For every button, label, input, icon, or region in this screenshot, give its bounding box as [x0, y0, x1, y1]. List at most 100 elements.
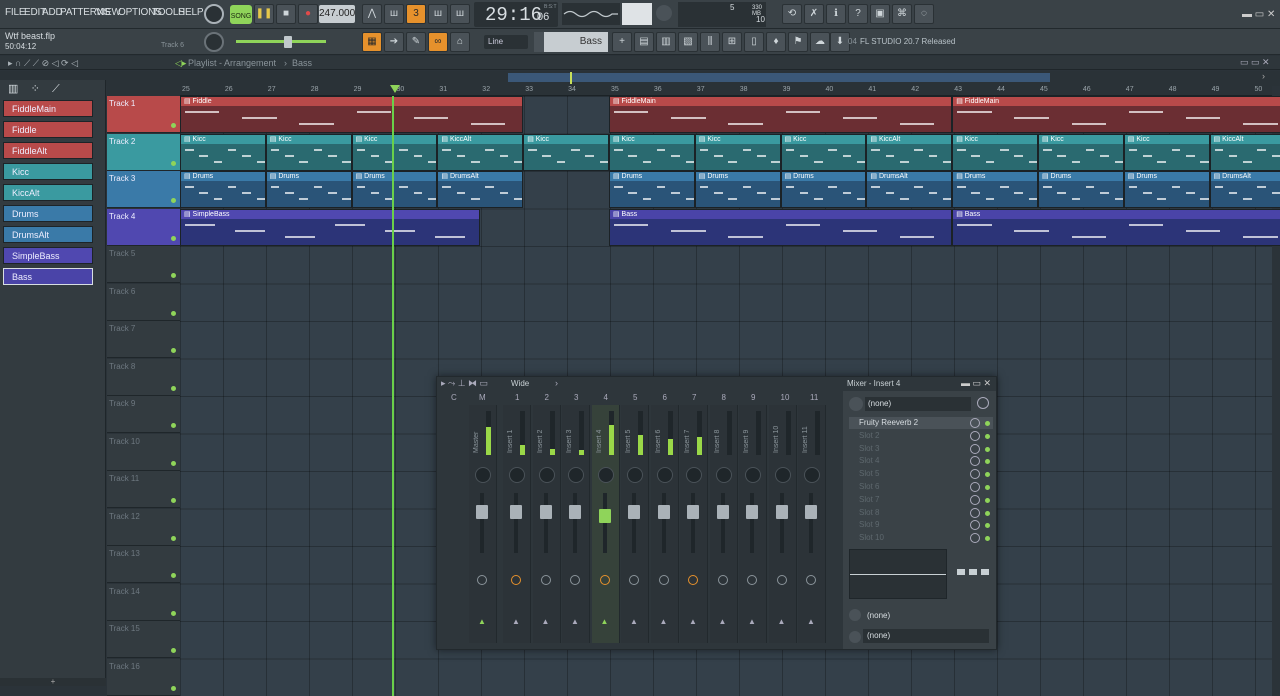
slot-enable-led[interactable] — [985, 485, 990, 490]
pan-knob[interactable] — [715, 467, 732, 483]
slot-mix-knob[interactable] — [970, 443, 980, 454]
timeline-ruler[interactable]: 25 26 27 28 29 30 31 32 33 34 35 36 37 38 39 40 41 42 43 44… — [180, 85, 1272, 96]
slot-enable-led[interactable] — [985, 433, 990, 439]
menu-help[interactable]: HELP — [178, 7, 204, 18]
pattern-select[interactable]: Bass — [544, 32, 608, 52]
eq-graph[interactable] — [849, 549, 947, 599]
route-arrow-icon[interactable]: ▲ — [601, 617, 609, 626]
preset-next-icon[interactable]: › — [555, 378, 558, 388]
pattern-prev[interactable] — [534, 32, 544, 52]
clip[interactable]: ▤ DrumsAlt — [1209, 171, 1280, 208]
clip[interactable]: ▤ SimpleBass — [180, 208, 481, 246]
track-mute-led[interactable] — [171, 685, 176, 691]
route-arrow-icon[interactable]: ▲ — [542, 617, 550, 626]
mixer-strip[interactable]: Insert 7 ▲ — [680, 405, 708, 643]
volume-fader[interactable] — [716, 505, 729, 519]
eq-sliders[interactable] — [953, 549, 989, 599]
mixer-tools[interactable]: ▸ ⤳ ⊥ ⧓ ▭ — [441, 378, 488, 389]
overview-scroll[interactable] — [508, 73, 1050, 82]
pattern-item-fiddle[interactable]: Fiddle — [3, 121, 93, 138]
track-mute-led[interactable] — [171, 348, 176, 353]
loop-record-button[interactable]: ш — [450, 4, 470, 24]
browser-icon[interactable]: ▯ — [744, 32, 764, 52]
record-arm-icon[interactable] — [776, 575, 787, 585]
track-header[interactable]: Track 12 — [107, 508, 180, 546]
record-arm-icon[interactable] — [806, 575, 816, 585]
track-header[interactable]: Track 2 — [107, 133, 180, 171]
mixer-strip[interactable]: Insert 1 ▲ — [503, 405, 531, 643]
track-header[interactable]: Track 9 — [107, 396, 180, 433]
volume-fader[interactable] — [657, 505, 670, 519]
volume-fader[interactable] — [805, 505, 817, 519]
record-arm-icon[interactable] — [717, 575, 728, 585]
plug-icon[interactable]: ♦ — [766, 32, 786, 52]
track-header[interactable]: Track 16 — [107, 658, 180, 696]
snap-select[interactable]: Line — [484, 35, 528, 49]
eq-high-slider[interactable] — [981, 569, 989, 575]
slot-mix-knob[interactable] — [970, 469, 980, 480]
blend-notes-button[interactable]: ш — [428, 4, 448, 24]
record-arm-icon[interactable] — [688, 575, 698, 585]
pan-knob[interactable] — [475, 467, 491, 483]
pattern-item-kicc[interactable]: Kicc — [3, 163, 93, 180]
track-mute-led[interactable] — [171, 198, 176, 203]
record-arm-icon[interactable] — [599, 575, 610, 585]
pan-knob[interactable] — [745, 467, 761, 483]
input-select[interactable]: (none) — [865, 397, 971, 411]
clip[interactable]: ▤ Kicc — [1123, 133, 1210, 171]
volume-fader[interactable] — [569, 505, 581, 519]
track-mute-led[interactable] — [171, 573, 176, 578]
pattern-item-drums[interactable]: Drums — [3, 205, 93, 222]
route-arrow-icon[interactable]: ▲ — [807, 617, 815, 626]
effect-slot[interactable]: Slot 3 — [849, 443, 993, 455]
slot-mix-knob[interactable] — [970, 507, 980, 518]
effect-slot[interactable]: Slot 6 — [849, 481, 993, 493]
song-mode-toggle[interactable]: SONG — [230, 5, 252, 24]
pan-knob[interactable] — [568, 467, 584, 483]
mixer-strip[interactable]: Insert 3 ▲ — [562, 405, 590, 643]
clip[interactable]: ▤ Bass — [952, 208, 1280, 246]
record-button[interactable]: ● — [298, 4, 318, 24]
pan-knob[interactable] — [597, 467, 614, 483]
effect-slot[interactable]: Slot 4 — [849, 455, 993, 467]
effect-slot[interactable]: Slot 7 — [849, 494, 993, 506]
download-icon[interactable]: ⬇ — [830, 32, 850, 52]
volume-fader[interactable] — [628, 505, 640, 519]
record-arm-icon[interactable] — [747, 575, 757, 585]
route-arrow-icon[interactable]: ▲ — [512, 617, 520, 626]
clip[interactable]: ▤ Kicc — [1038, 133, 1124, 171]
input-arrow-icon[interactable] — [849, 397, 863, 411]
mixer-strip[interactable]: Master ▲ — [469, 405, 497, 643]
effect-slot[interactable]: Slot 9 — [849, 519, 993, 531]
pan-knob[interactable] — [804, 467, 820, 483]
record-arm-icon[interactable] — [477, 575, 487, 585]
clip[interactable]: ▤ Kicc — [780, 133, 867, 171]
record-arm-icon[interactable] — [540, 575, 551, 585]
mixer-strip[interactable]: Insert 10 ▲ — [768, 405, 797, 643]
clip[interactable]: ▤ Drums — [694, 171, 781, 208]
slot-mix-knob[interactable] — [970, 482, 980, 492]
eq-mid-slider[interactable] — [969, 569, 977, 575]
pattern-item-fiddlemain[interactable]: FiddleMain — [3, 100, 93, 117]
effect-slot[interactable]: Slot 2 — [849, 430, 993, 442]
clip[interactable]: ▤ Drums — [1123, 171, 1210, 208]
slot-mix-knob[interactable] — [970, 456, 980, 467]
slot-enable-led[interactable] — [985, 472, 990, 478]
clip[interactable]: ▤ Kicc — [952, 133, 1038, 171]
wait-input-button[interactable]: ш — [384, 4, 404, 24]
track-mute-led[interactable] — [171, 235, 176, 241]
clip[interactable]: ▤ FiddleMain — [952, 96, 1280, 133]
clip[interactable]: ▤ Bass — [609, 208, 953, 246]
mixer-strip[interactable]: Insert 8 ▲ — [709, 405, 738, 643]
stop-button[interactable]: ■ — [276, 4, 296, 24]
clip[interactable]: ▤ Kicc — [694, 133, 781, 171]
route-arrow-icon[interactable]: ▲ — [630, 617, 638, 626]
slot-mix-knob[interactable] — [970, 430, 980, 441]
cloud-icon[interactable]: ☁ — [810, 32, 830, 52]
route-arrow-icon[interactable]: ▲ — [689, 617, 697, 626]
chat-icon[interactable]: ◌ — [914, 4, 934, 24]
mixer-strip[interactable]: Insert 9 ▲ — [739, 405, 767, 643]
slot-mix-knob[interactable] — [970, 494, 980, 505]
playlist-tools[interactable]: ▸ ∩ ⟋ ⟋ ⊘ ◁ ⟳ ◁ — [8, 58, 78, 69]
output-arrow-icon[interactable] — [849, 631, 861, 643]
